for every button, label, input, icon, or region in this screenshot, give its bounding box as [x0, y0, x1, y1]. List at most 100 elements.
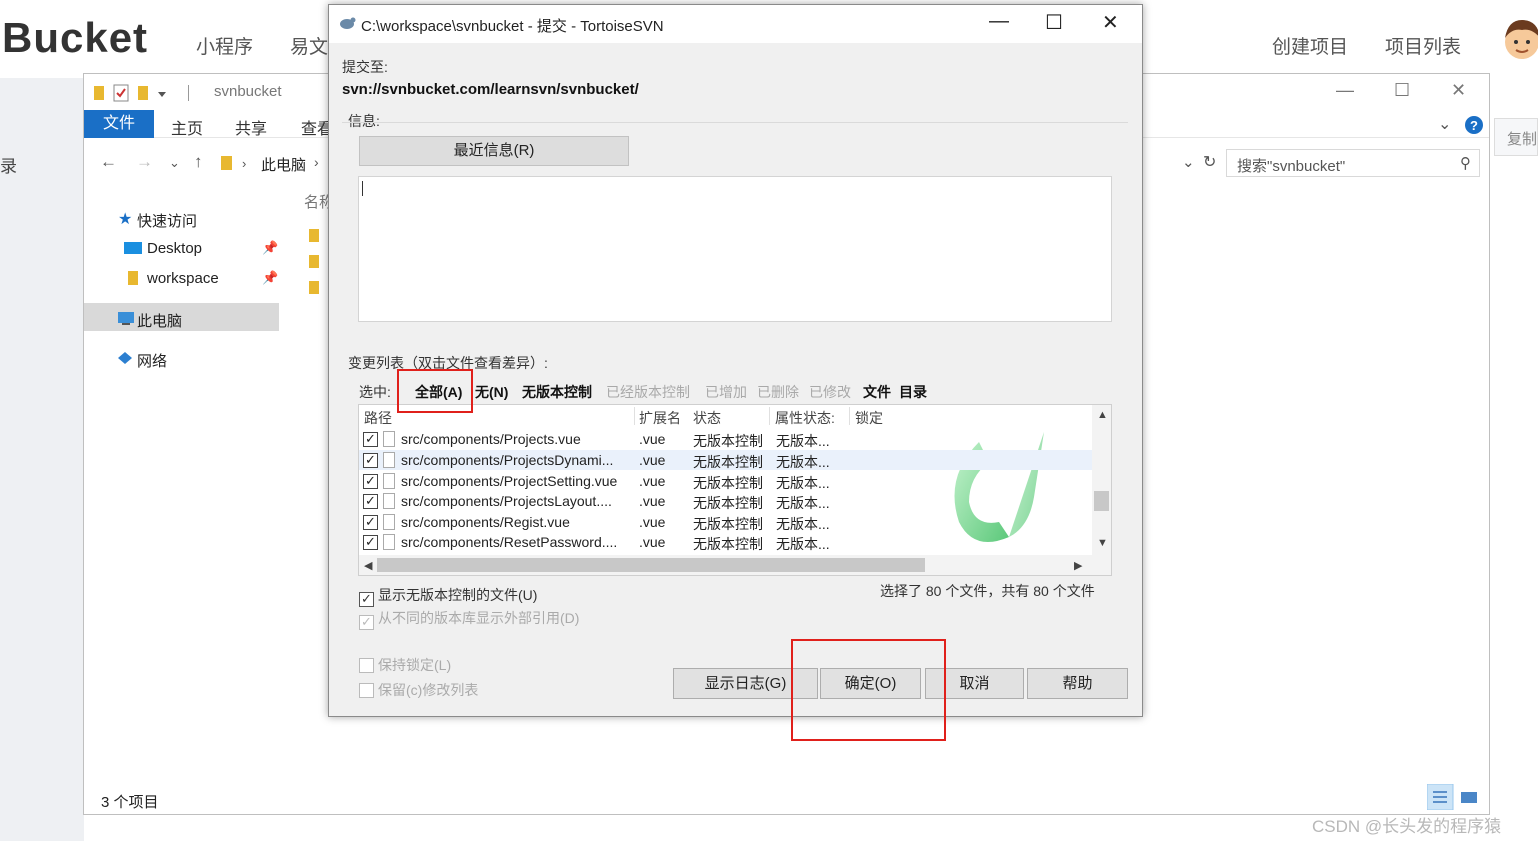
filter-added[interactable]: 已增加 — [705, 382, 747, 402]
scrollbar-thumb[interactable] — [377, 558, 925, 572]
scroll-up-icon[interactable]: ▲ — [1097, 409, 1108, 421]
filter-modified[interactable]: 已修改 — [809, 382, 851, 402]
column-separator[interactable] — [849, 407, 850, 425]
site-logo[interactable]: Bucket — [2, 14, 148, 62]
filter-directories[interactable]: 目录 — [899, 382, 927, 402]
tab-home[interactable]: 主页 — [171, 115, 203, 139]
pin-icon[interactable]: 📌 — [262, 270, 278, 286]
row-checkbox[interactable]: ✓ — [363, 515, 378, 530]
file-icon — [383, 452, 395, 468]
column-header-lock[interactable]: 锁定 — [855, 408, 883, 428]
tab-file[interactable]: 文件 — [84, 110, 154, 138]
row-property-status: 无版本... — [776, 516, 830, 532]
help-button[interactable]: 帮助 — [1027, 668, 1128, 699]
up-arrow-icon[interactable]: ↑ — [194, 152, 203, 172]
close-icon[interactable]: ✕ — [1451, 80, 1466, 101]
filter-versioned[interactable]: 已经版本控制 — [606, 382, 690, 402]
column-header-path[interactable]: 路径 — [364, 408, 392, 428]
show-unversioned-label: 显示无版本控制的文件(U) — [378, 587, 538, 603]
row-status: 无版本控制 — [693, 475, 763, 491]
checkbox-checked[interactable]: ✓ — [359, 615, 374, 630]
copy-button[interactable]: 复制 — [1494, 118, 1538, 156]
filter-none[interactable]: 无(N) — [475, 382, 508, 402]
commit-message-input[interactable] — [358, 176, 1112, 322]
search-input[interactable]: 搜索"svnbucket" ⚲ — [1226, 149, 1480, 177]
keep-changelists-checkbox[interactable]: 保留(c)修改列表 — [359, 680, 478, 700]
list-row[interactable]: ✓ src/components/ProjectsDynami... .vue … — [359, 450, 1095, 470]
pin-icon[interactable]: 📌 — [262, 240, 278, 256]
nav-link-create-project[interactable]: 创建项目 — [1272, 32, 1348, 59]
filter-files[interactable]: 文件 — [863, 382, 891, 402]
address-dropdown-icon[interactable]: ⌄ — [1182, 153, 1195, 171]
row-checkbox[interactable]: ✓ — [363, 432, 378, 447]
nav-item-workspace[interactable]: workspace — [147, 270, 219, 287]
highlight-ok-button — [791, 639, 946, 741]
row-status: 无版本控制 — [693, 536, 763, 552]
keep-locks-checkbox[interactable]: 保持锁定(L) — [359, 655, 451, 675]
list-row[interactable]: ✓ src/components/Regist.vue .vue 无版本控制 无… — [359, 512, 1095, 532]
filter-unversioned[interactable]: 无版本控制 — [522, 382, 592, 402]
commit-to-label: 提交至: — [342, 59, 388, 75]
dialog-title: C:\workspace\svnbucket - 提交 - TortoiseSV… — [361, 18, 664, 35]
show-externals-label: 从不同的版本库显示外部引用(D) — [378, 610, 580, 626]
checkbox-checked[interactable]: ✓ — [359, 592, 374, 607]
svg-text:›: › — [242, 156, 246, 171]
help-icon[interactable]: ? — [1464, 115, 1484, 135]
forward-arrow-icon[interactable]: → — [136, 152, 153, 172]
list-row[interactable]: ✓ src/components/ProjectsLayout.... .vue… — [359, 491, 1095, 511]
column-separator[interactable] — [769, 407, 770, 425]
quick-access-toolbar-icon[interactable] — [92, 83, 192, 103]
list-row[interactable]: ✓ src/components/ProjectSetting.vue .vue… — [359, 471, 1095, 491]
show-unversioned-checkbox[interactable]: ✓ 显示无版本控制的文件(U) — [359, 585, 537, 607]
show-externals-checkbox[interactable]: ✓ 从不同的版本库显示外部引用(D) — [359, 608, 579, 630]
breadcrumb-chevron-icon[interactable]: › — [314, 154, 319, 170]
minimize-icon[interactable]: — — [989, 10, 1009, 33]
column-header-property-status[interactable]: 属性状态: — [775, 408, 835, 428]
row-checkbox[interactable]: ✓ — [363, 453, 378, 468]
column-header-status[interactable]: 状态 — [693, 408, 721, 428]
chevron-down-icon[interactable]: ⌄ — [1438, 114, 1451, 134]
list-row[interactable]: ✓ src/components/ResetPassword.... .vue … — [359, 532, 1095, 552]
search-icon: ⚲ — [1460, 155, 1471, 172]
nav-link-project-list[interactable]: 项目列表 — [1385, 32, 1461, 59]
nav-link-miniprogram[interactable]: 小程序 — [196, 32, 253, 59]
refresh-icon[interactable]: ↻ — [1203, 152, 1216, 172]
nav-item-quick-access[interactable]: 快速访问 — [137, 210, 197, 231]
list-row[interactable]: ✓ src/components/Projects.vue .vue 无版本控制… — [359, 429, 1095, 449]
view-mode-icon[interactable] — [1427, 784, 1479, 810]
scroll-left-icon[interactable]: ◀ — [364, 559, 372, 572]
row-checkbox[interactable]: ✓ — [363, 535, 378, 550]
changes-list[interactable]: 路径 扩展名 状态 属性状态: 锁定 ✓ src/components/Proj… — [358, 404, 1112, 576]
column-separator[interactable] — [634, 407, 635, 425]
folder-icon — [128, 271, 138, 285]
row-checkbox[interactable]: ✓ — [363, 474, 378, 489]
row-checkbox[interactable]: ✓ — [363, 494, 378, 509]
recent-locations-icon[interactable]: ⌄ — [169, 155, 180, 171]
tab-share[interactable]: 共享 — [235, 115, 267, 139]
scroll-down-icon[interactable]: ▼ — [1097, 537, 1108, 549]
checkbox-unchecked[interactable] — [359, 658, 374, 673]
minimize-icon[interactable]: — — [1336, 80, 1354, 101]
filter-deleted[interactable]: 已删除 — [757, 382, 799, 402]
horizontal-scrollbar[interactable]: ◀ ▶ — [359, 555, 1111, 575]
nav-item-network[interactable]: 网络 — [137, 350, 167, 371]
row-path: src/components/ProjectsDynami... — [401, 452, 614, 468]
nav-item-desktop[interactable]: Desktop — [147, 240, 202, 257]
close-icon[interactable]: ✕ — [1102, 10, 1119, 35]
sidebar-text: 录 — [0, 157, 17, 176]
nav-link-yiwen[interactable]: 易文 — [290, 32, 328, 59]
scrollbar-thumb[interactable] — [1094, 491, 1109, 511]
folder-icon[interactable] — [309, 227, 321, 299]
checkbox-unchecked[interactable] — [359, 683, 374, 698]
row-status: 无版本控制 — [693, 495, 763, 511]
column-header-extension[interactable]: 扩展名 — [639, 408, 681, 428]
breadcrumb-this-pc[interactable]: 此电脑 — [261, 154, 306, 175]
scroll-right-icon[interactable]: ▶ — [1074, 559, 1082, 572]
nav-item-this-pc[interactable]: 此电脑 — [137, 310, 182, 331]
vertical-scrollbar[interactable]: ▲ ▼ — [1092, 405, 1111, 555]
back-arrow-icon[interactable]: ← — [100, 152, 117, 172]
avatar[interactable] — [1502, 14, 1538, 66]
recent-messages-button[interactable]: 最近信息(R) — [359, 136, 629, 166]
maximize-icon[interactable]: ☐ — [1394, 80, 1410, 101]
maximize-icon[interactable]: ☐ — [1045, 10, 1063, 35]
